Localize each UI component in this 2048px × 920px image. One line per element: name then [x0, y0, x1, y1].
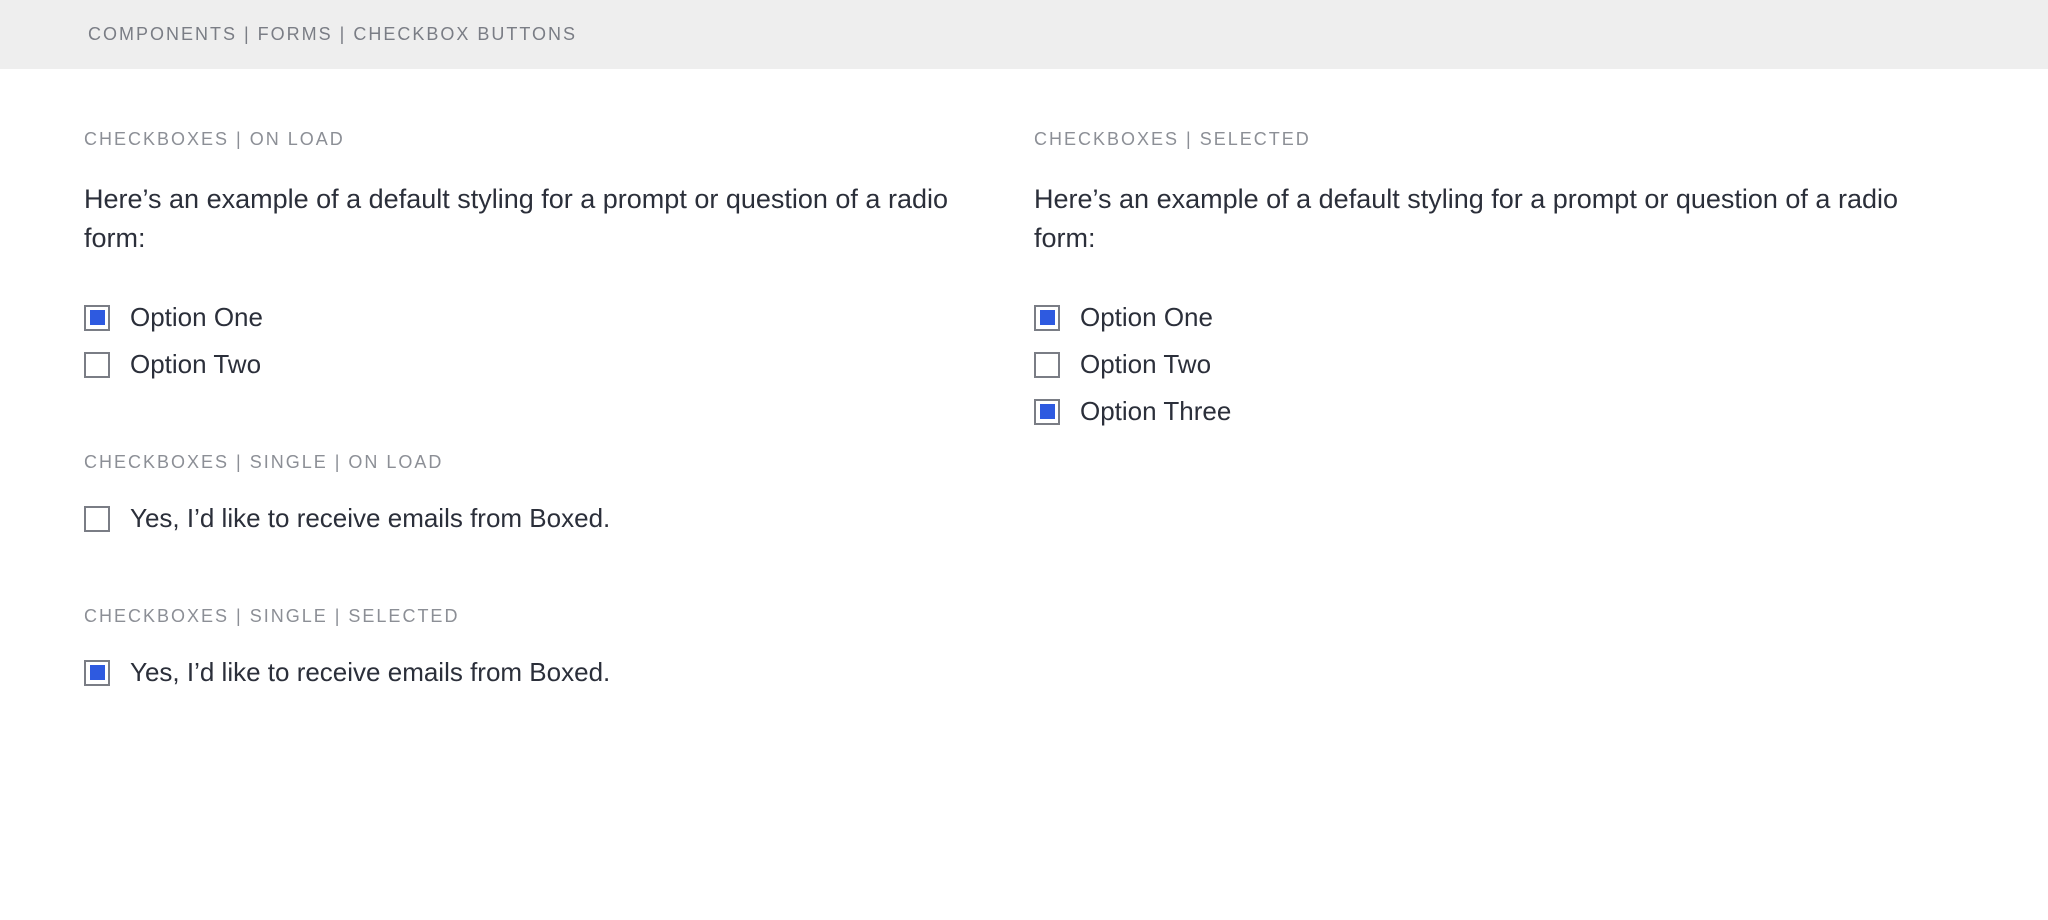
checkbox-label: Yes, I’d like to receive emails from Box… [130, 503, 610, 534]
checkbox-label: Option Two [1080, 349, 1211, 380]
checkbox-icon[interactable] [84, 506, 110, 532]
checkbox-option-one[interactable]: Option One [1034, 302, 1964, 333]
breadcrumb: COMPONENTS | FORMS | CHECKBOX BUTTONS [88, 24, 1960, 45]
prompt-text: Here’s an example of a default styling f… [1034, 180, 1914, 258]
left-column: CHECKBOXES | ON LOAD Here’s an example o… [84, 129, 1014, 760]
section-checkboxes-on-load: CHECKBOXES | ON LOAD Here’s an example o… [84, 129, 1014, 380]
section-checkboxes-single-selected: CHECKBOXES | SINGLE | SELECTED Yes, I’d … [84, 606, 1014, 688]
right-column: CHECKBOXES | SELECTED Here’s an example … [1034, 129, 1964, 760]
checkbox-label: Option Two [130, 349, 261, 380]
section-checkboxes-selected: CHECKBOXES | SELECTED Here’s an example … [1034, 129, 1964, 427]
checkbox-label: Yes, I’d like to receive emails from Box… [130, 657, 610, 688]
checkbox-option-three[interactable]: Option Three [1034, 396, 1964, 427]
section-checkboxes-single-on-load: CHECKBOXES | SINGLE | ON LOAD Yes, I’d l… [84, 452, 1014, 534]
checkbox-icon[interactable] [84, 660, 110, 686]
checkbox-icon[interactable] [1034, 399, 1060, 425]
checkbox-icon[interactable] [84, 305, 110, 331]
checkbox-icon[interactable] [84, 352, 110, 378]
content-area: CHECKBOXES | ON LOAD Here’s an example o… [0, 69, 2048, 800]
section-title: CHECKBOXES | ON LOAD [84, 129, 1014, 150]
section-title: CHECKBOXES | SELECTED [1034, 129, 1964, 150]
checkbox-label: Option Three [1080, 396, 1231, 427]
checkbox-label: Option One [130, 302, 263, 333]
checkbox-option-two[interactable]: Option Two [1034, 349, 1964, 380]
header-bar: COMPONENTS | FORMS | CHECKBOX BUTTONS [0, 0, 2048, 69]
checkbox-icon[interactable] [1034, 352, 1060, 378]
checkbox-icon[interactable] [1034, 305, 1060, 331]
section-title: CHECKBOXES | SINGLE | ON LOAD [84, 452, 1014, 473]
checkbox-label: Option One [1080, 302, 1213, 333]
checkbox-option-two[interactable]: Option Two [84, 349, 1014, 380]
checkbox-subscribe-selected[interactable]: Yes, I’d like to receive emails from Box… [84, 657, 1014, 688]
section-title: CHECKBOXES | SINGLE | SELECTED [84, 606, 1014, 627]
prompt-text: Here’s an example of a default styling f… [84, 180, 964, 258]
checkbox-subscribe[interactable]: Yes, I’d like to receive emails from Box… [84, 503, 1014, 534]
checkbox-option-one[interactable]: Option One [84, 302, 1014, 333]
